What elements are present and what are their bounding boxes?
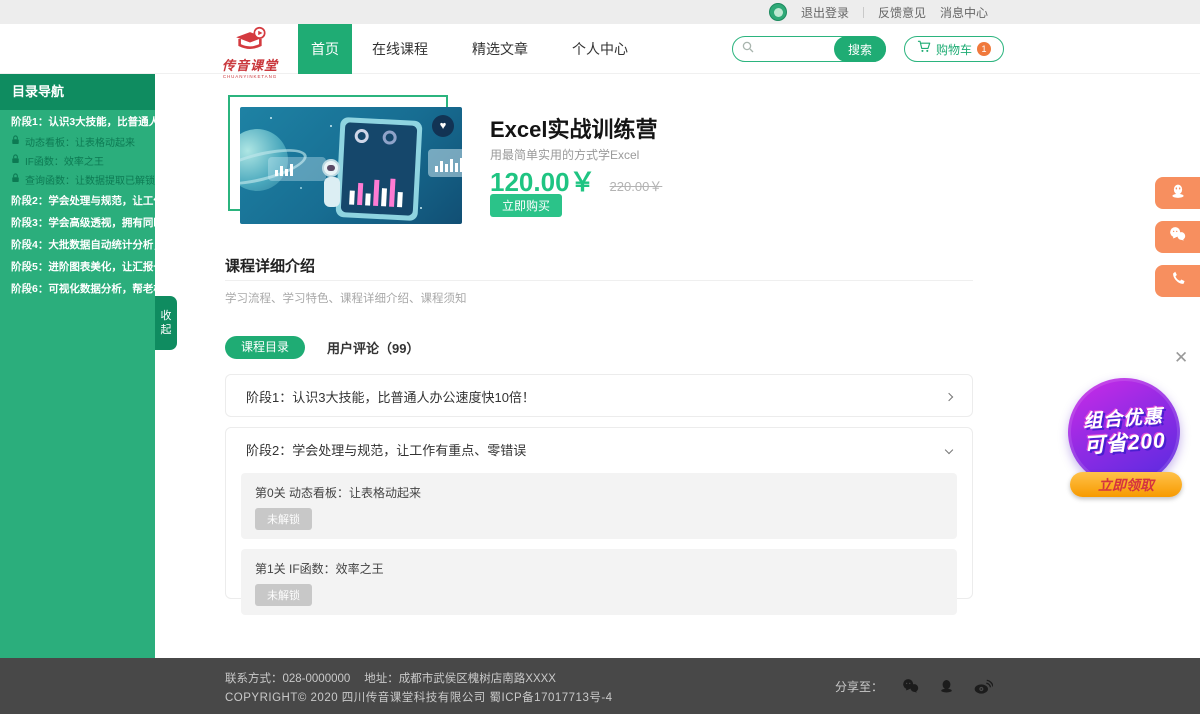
content-tabs: 课程目录 用户评论（99） xyxy=(225,336,419,359)
lesson-row[interactable]: 第1关 IF函数：效率之王 未解锁 xyxy=(241,549,957,615)
sidebar-stage-2[interactable]: 阶段2：学会处理与规范，让工作... xyxy=(0,189,155,211)
cart-button[interactable]: 购物车 1 xyxy=(904,36,1004,62)
sidebar-stage-3[interactable]: 阶段3：学会高级透视，拥有同时... xyxy=(0,211,155,233)
footer-contact-line: 联系方式：028-0000000地址：成都市武侯区槐树店南路XXXX xyxy=(225,670,556,686)
chart-panel xyxy=(428,149,462,177)
divider xyxy=(225,280,973,281)
phone-contact-button[interactable] xyxy=(1155,265,1200,297)
sidebar-stage-5[interactable]: 阶段5：进阶图表美化，让汇报一... xyxy=(0,255,155,277)
footer-copyright: COPYRIGHT© 2020 四川传音课堂科技有限公司 蜀ICP备170177… xyxy=(225,689,613,705)
favorite-heart-icon[interactable]: ♥ xyxy=(432,115,454,137)
lesson-locked-button[interactable]: 未解锁 xyxy=(255,584,312,606)
claim-coupon-button[interactable]: 立即领取 xyxy=(1070,472,1182,497)
wechat-share-icon[interactable] xyxy=(901,678,920,695)
phone-icon xyxy=(1170,271,1186,292)
tablet-illustration xyxy=(335,117,422,221)
qq-contact-button[interactable] xyxy=(1155,177,1200,209)
share-label: 分享至： xyxy=(835,678,883,695)
catalog-sidebar: 目录导航 阶段1：认识3大技能，比普通人... 动态看板：让表格动起来 IF函数… xyxy=(0,74,155,658)
accordion-stage-1: 阶段1：认识3大技能，比普通人办公速度快10倍！ xyxy=(225,374,973,417)
search-bar: 搜索 xyxy=(732,36,886,62)
sidebar-lesson-2[interactable]: IF函数：效率之王 xyxy=(0,151,155,170)
logo-subtitle: CHUANYINKETANG xyxy=(221,74,279,79)
footer: 联系方式：028-0000000地址：成都市武侯区槐树店南路XXXX COPYR… xyxy=(0,658,1200,714)
wechat-contact-button[interactable] xyxy=(1155,221,1200,253)
chart-panel xyxy=(268,157,326,181)
nav-item-home[interactable]: 首页 xyxy=(298,24,352,74)
lock-icon xyxy=(11,154,20,167)
course-subtitle: 用最简单实用的方式学Excel xyxy=(490,146,639,163)
chevron-right-icon xyxy=(945,392,953,400)
buy-now-button[interactable]: 立即购买 xyxy=(490,194,562,217)
lock-icon xyxy=(11,135,20,148)
weibo-share-icon[interactable] xyxy=(973,678,993,695)
accordion-stage-2-header[interactable]: 阶段2：学会处理与规范，让工作有重点、零错误 xyxy=(226,428,972,471)
lock-icon xyxy=(11,173,20,186)
avatar[interactable] xyxy=(769,3,787,21)
qq-share-icon[interactable] xyxy=(938,677,955,695)
footer-share: 分享至： xyxy=(835,658,993,714)
lesson-row[interactable]: 第0关 动态看板：让表格动起来 未解锁 xyxy=(241,473,957,539)
qq-icon xyxy=(1169,182,1187,205)
detail-section-title: 课程详细介绍 xyxy=(225,255,315,276)
message-center-link[interactable]: 消息中心 xyxy=(940,4,988,21)
sidebar-stage-4[interactable]: 阶段4：大批数据自动统计分析，... xyxy=(0,233,155,255)
search-icon xyxy=(733,40,754,58)
stars-decoration xyxy=(270,117,272,119)
sidebar-lesson-3[interactable]: 查询函数：让数据提取已解锁 xyxy=(0,170,155,189)
lesson-locked-button[interactable]: 未解锁 xyxy=(255,508,312,530)
topbar-links: 退出登录 反馈意见 消息中心 xyxy=(769,0,988,24)
cart-count-badge: 1 xyxy=(977,42,991,56)
accordion-stage-2-body: 第0关 动态看板：让表格动起来 未解锁 第1关 IF函数：效率之王 未解锁 xyxy=(226,471,972,615)
detail-tags: 学习流程、学习特色、课程详细介绍、课程须知 xyxy=(225,290,467,306)
cart-label: 购物车 xyxy=(936,41,972,58)
sidebar-lesson-1[interactable]: 动态看板：让表格动起来 xyxy=(0,132,155,151)
tab-user-comments[interactable]: 用户评论（99） xyxy=(327,338,419,357)
logout-link[interactable]: 退出登录 xyxy=(801,4,849,21)
astronaut-illustration xyxy=(322,159,340,177)
wechat-icon xyxy=(1168,226,1187,248)
sidebar-stage-6[interactable]: 阶段6：可视化数据分析，帮老板... xyxy=(0,277,155,299)
course-title: Excel实战训练营 xyxy=(490,112,658,144)
divider xyxy=(863,7,864,18)
promo-close-icon[interactable]: ✕ xyxy=(1174,348,1188,368)
sidebar-stage-1[interactable]: 阶段1：认识3大技能，比普通人... xyxy=(0,110,155,132)
sidebar-collapse-button[interactable]: 收 起 xyxy=(155,296,177,350)
logo[interactable]: 传音课堂 CHUANYINKETANG xyxy=(218,26,282,80)
chevron-down-icon xyxy=(945,445,953,453)
main-menu: 首页 在线课程 精选文章 个人中心 xyxy=(298,24,660,74)
tab-course-catalog[interactable]: 课程目录 xyxy=(225,336,305,359)
navbar: 传音课堂 CHUANYINKETANG 首页 在线课程 精选文章 个人中心 搜索… xyxy=(0,24,1200,74)
logo-icon xyxy=(231,39,269,56)
logo-title: 传音课堂 xyxy=(218,55,282,74)
accordion-stage-1-header[interactable]: 阶段1：认识3大技能，比普通人办公速度快10倍！ xyxy=(226,375,972,418)
nav-item-courses[interactable]: 在线课程 xyxy=(360,24,440,74)
page: 退出登录 反馈意见 消息中心 传音课堂 CHUANYINKETANG 首页 在线… xyxy=(0,0,1200,714)
accordion-stage-2: 阶段2：学会处理与规范，让工作有重点、零错误 第0关 动态看板：让表格动起来 未… xyxy=(225,427,973,599)
feedback-link[interactable]: 反馈意见 xyxy=(878,4,926,21)
original-price: 220.00￥ xyxy=(610,176,663,195)
topbar: 退出登录 反馈意见 消息中心 xyxy=(0,0,1200,24)
nav-item-articles[interactable]: 精选文章 xyxy=(460,24,540,74)
nav-item-profile[interactable]: 个人中心 xyxy=(560,24,640,74)
astronaut-body xyxy=(324,177,340,207)
cart-icon xyxy=(917,40,931,58)
course-cover-image: ♥ xyxy=(240,107,462,224)
sidebar-title: 目录导航 xyxy=(0,74,155,110)
search-button[interactable]: 搜索 xyxy=(834,36,886,62)
